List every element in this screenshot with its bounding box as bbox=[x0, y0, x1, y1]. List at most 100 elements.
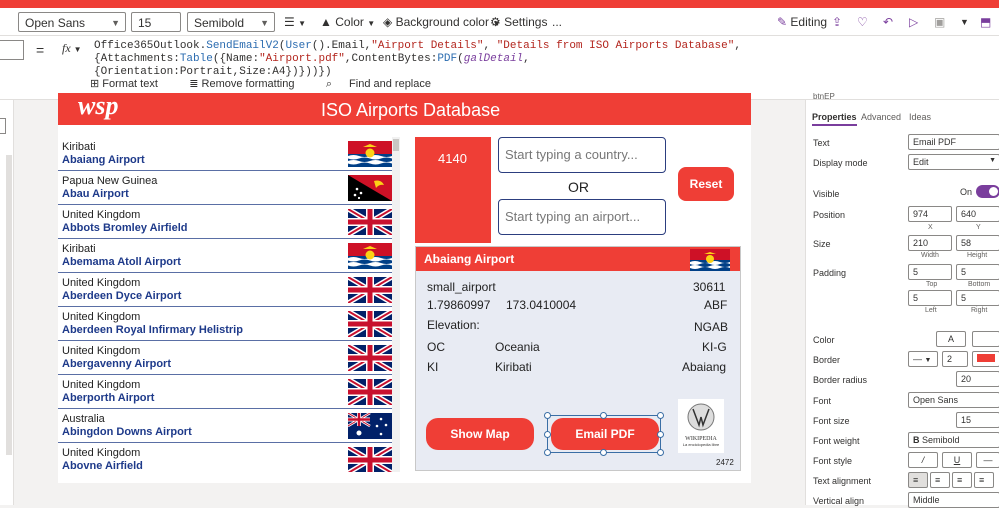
fill-color-swatch[interactable] bbox=[972, 331, 999, 347]
width-input[interactable]: 210 bbox=[908, 235, 952, 251]
text-label: Text bbox=[813, 138, 830, 148]
remove-formatting-button[interactable]: ≣ Remove formatting bbox=[189, 78, 308, 90]
scrollbar[interactable] bbox=[6, 155, 12, 455]
country-search-input[interactable]: Start typing a country... bbox=[498, 137, 666, 173]
tab-ideas[interactable]: Ideas bbox=[909, 112, 931, 122]
find-replace-button[interactable]: ⌕ Find and replace bbox=[326, 78, 445, 90]
position-y-input[interactable]: 640 bbox=[956, 206, 999, 222]
font-size-input[interactable]: 15 bbox=[956, 412, 999, 428]
remove-formatting-label: Remove formatting bbox=[201, 78, 295, 90]
bold-glyph: B bbox=[913, 435, 920, 445]
padding-bottom-input[interactable]: 5 bbox=[956, 264, 999, 280]
strikethrough-button[interactable]: — bbox=[976, 452, 999, 468]
padding-right-input[interactable]: 5 bbox=[956, 290, 999, 306]
formula-input[interactable]: Office365Outlook.SendEmailV2 (User().Emai… bbox=[94, 40, 994, 79]
chevron-down-icon[interactable]: ▼ bbox=[960, 12, 969, 32]
list-item[interactable]: Australia Abingdon Downs Airport bbox=[58, 409, 400, 443]
align-menu-button[interactable]: ☰ ▼ bbox=[284, 12, 306, 32]
list-item[interactable]: Kiribati Abemama Atoll Airport bbox=[58, 239, 400, 273]
italic-button[interactable]: / bbox=[908, 452, 938, 468]
formula-token: , bbox=[483, 40, 497, 52]
underline-button[interactable]: U bbox=[942, 452, 972, 468]
list-item[interactable]: Kiribati Abaiang Airport bbox=[58, 137, 400, 171]
y-label: Y bbox=[976, 224, 981, 231]
resize-handle[interactable] bbox=[600, 449, 607, 456]
gallery-scrollbar[interactable] bbox=[392, 137, 400, 472]
find-replace-label: Find and replace bbox=[349, 78, 431, 90]
property-select[interactable] bbox=[0, 40, 24, 60]
health-icon[interactable]: ♡ bbox=[857, 12, 868, 32]
tab-advanced[interactable]: Advanced bbox=[861, 112, 901, 122]
font-weight-select[interactable]: Semibold ▼ bbox=[187, 12, 275, 32]
align-right-button[interactable]: ≡ bbox=[952, 472, 972, 488]
text-input[interactable]: Email PDF bbox=[908, 134, 999, 150]
list-item[interactable]: United Kingdom Abovne Airfield bbox=[58, 443, 400, 472]
resize-handle[interactable] bbox=[600, 412, 607, 419]
editing-button[interactable]: ✎ Editing bbox=[777, 12, 827, 32]
airport-search-input[interactable]: Start typing an airport... bbox=[498, 199, 666, 235]
airport-type: small_airport bbox=[427, 280, 496, 294]
color-button[interactable]: ▲ Color ▼ bbox=[320, 12, 375, 32]
settings-button[interactable]: ⚙ Settings bbox=[490, 12, 547, 32]
list-item[interactable]: United Kingdom Aberporth Airport bbox=[58, 375, 400, 409]
fx-button[interactable]: fx ▼ bbox=[62, 41, 82, 56]
top-accent-bar bbox=[0, 0, 999, 8]
resize-handle[interactable] bbox=[544, 412, 551, 419]
resize-handle[interactable] bbox=[544, 449, 551, 456]
border-width-input[interactable]: 2 bbox=[942, 351, 968, 367]
x-label: X bbox=[928, 224, 933, 231]
position-x-input[interactable]: 974 bbox=[908, 206, 952, 222]
list-item[interactable]: United Kingdom Abergavenny Airport bbox=[58, 341, 400, 375]
share-icon[interactable]: ⇪ bbox=[832, 12, 842, 32]
scrollbar-thumb[interactable] bbox=[393, 139, 399, 151]
resize-handle[interactable] bbox=[657, 412, 664, 419]
text-color-swatch[interactable]: A bbox=[936, 331, 966, 347]
border-radius-label: Border radius bbox=[813, 375, 868, 385]
align-left-button[interactable]: ≡ bbox=[908, 472, 928, 488]
border-color-swatch[interactable] bbox=[972, 351, 999, 367]
visible-toggle[interactable] bbox=[976, 185, 999, 198]
vertical-align-value: Middle bbox=[913, 495, 940, 505]
list-item[interactable]: Papua New Guinea Abau Airport bbox=[58, 171, 400, 205]
undo-icon[interactable]: ↶ bbox=[883, 12, 893, 32]
resize-handle[interactable] bbox=[544, 431, 551, 438]
publish-icon[interactable]: ⬒ bbox=[980, 12, 991, 32]
list-item-country: Papua New Guinea bbox=[62, 175, 158, 187]
list-item[interactable]: United Kingdom Abbots Bromley Airfield bbox=[58, 205, 400, 239]
font-family-select[interactable]: Open Sans ▼ bbox=[18, 12, 126, 32]
format-text-button[interactable]: ⊞ Format text bbox=[90, 78, 172, 90]
show-map-button[interactable]: Show Map bbox=[426, 418, 534, 450]
reset-button[interactable]: Reset bbox=[678, 167, 734, 201]
font-size-input[interactable]: 15 bbox=[131, 12, 181, 32]
resize-handle[interactable] bbox=[657, 449, 664, 456]
padding-left-input[interactable]: 5 bbox=[908, 290, 952, 306]
formula-bar: = fx ▼ Office365Outlook.SendEmailV2 (User… bbox=[0, 36, 999, 100]
formula-string: "Airport Details" bbox=[371, 40, 484, 52]
display-mode-value: Edit bbox=[913, 157, 929, 167]
region-code: KI-G bbox=[702, 340, 727, 354]
save-icon[interactable]: ▣ bbox=[934, 12, 945, 32]
border-radius-input[interactable]: 20 bbox=[956, 371, 999, 387]
more-button[interactable]: ... bbox=[552, 12, 562, 32]
list-item[interactable]: United Kingdom Aberdeen Royal Infirmary H… bbox=[58, 307, 400, 341]
display-mode-select[interactable]: Edit ▼ bbox=[908, 154, 999, 170]
play-icon[interactable]: ▷ bbox=[909, 12, 918, 32]
font-select[interactable]: Open Sans bbox=[908, 392, 999, 408]
airport-gallery[interactable]: Kiribati Abaiang Airport Papua New Guinea A… bbox=[58, 137, 400, 472]
background-color-button[interactable]: ◈ Background color ▼ bbox=[383, 12, 500, 32]
resize-handle[interactable] bbox=[657, 431, 664, 438]
padding-top-input[interactable]: 5 bbox=[908, 264, 952, 280]
tab-properties[interactable]: Properties bbox=[812, 112, 857, 126]
list-item[interactable]: United Kingdom Aberdeen Dyce Airport bbox=[58, 273, 400, 307]
list-item-country: United Kingdom bbox=[62, 311, 141, 323]
chevron-down-icon: ▼ bbox=[73, 45, 82, 54]
height-input[interactable]: 58 bbox=[956, 235, 999, 251]
font-weight-select[interactable]: B Semibold bbox=[908, 432, 999, 448]
vertical-align-select[interactable]: Middle bbox=[908, 492, 999, 508]
tree-input[interactable] bbox=[0, 118, 6, 134]
font-style-label: Font style bbox=[813, 456, 853, 466]
align-center-button[interactable]: ≡ bbox=[930, 472, 950, 488]
wikipedia-logo[interactable]: WIKIPEDIA La enciclopedia libre bbox=[678, 399, 724, 453]
align-justify-button[interactable]: ≡ bbox=[974, 472, 994, 488]
border-style-select[interactable]: — ▼ bbox=[908, 351, 938, 367]
